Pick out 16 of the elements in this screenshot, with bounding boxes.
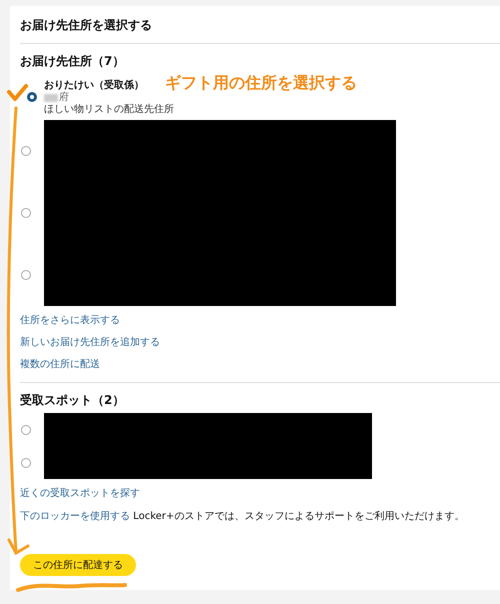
text-link[interactable]: 住所をさらに表示する: [20, 314, 120, 328]
deliver-button[interactable]: この住所に配達する: [20, 554, 136, 576]
section-heading: 受取スポット（2）: [20, 392, 124, 409]
section-heading: お届け先住所（7）: [20, 53, 124, 70]
check-mark: [7, 84, 28, 101]
recipient-name: おりたけい（受取係）: [44, 80, 144, 92]
annotation-text: ギフト用の住所を選択する: [165, 72, 357, 94]
locker-link[interactable]: 下のロッカーを使用する: [20, 511, 130, 522]
address-line: 府: [59, 92, 69, 104]
blurred-text: [44, 94, 58, 102]
page-title: お届け先住所を選択する: [20, 16, 152, 34]
text-link[interactable]: 複数の住所に配送: [20, 358, 100, 372]
locker-note: 下のロッカーを使用する Locker+のストアでは、スタッフによるサポートをご利用いただけます。: [20, 510, 466, 524]
text-link[interactable]: 近くの受取スポットを探す: [20, 487, 140, 501]
address-note: ほしい物リストの配送先住所: [44, 104, 174, 116]
text-link[interactable]: 新しいお届け先住所を追加する: [20, 336, 160, 350]
